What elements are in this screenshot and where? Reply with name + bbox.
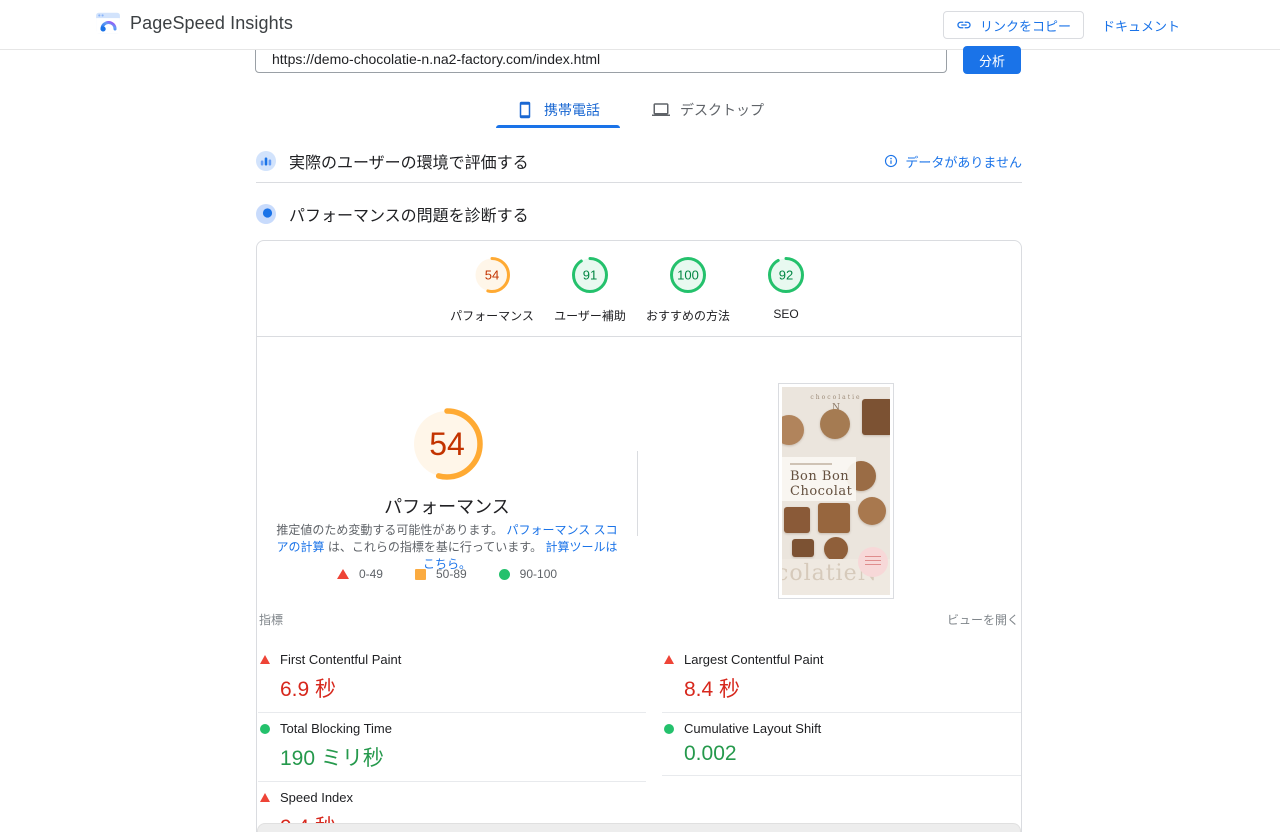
screenshot-title-line1: Bon Bon <box>790 469 850 484</box>
diagnose-section-header: パフォーマンスの問題を診断する <box>256 202 529 226</box>
screenshot-content: chocolatie N Bon Bon Chocolat colatieN <box>782 387 890 595</box>
metrics-column-left: First Contentful Paint 6.9 秒 Total Block… <box>258 644 646 832</box>
field-section-title: 実際のユーザーの環境で評価する <box>289 155 529 172</box>
category-score-label: ユーザー補助 <box>554 309 626 323</box>
metric-value: 190 ミリ秒 <box>280 747 384 770</box>
tab-mobile[interactable]: 携帯電話 <box>490 94 626 128</box>
category-score-label: パフォーマンス <box>450 309 534 323</box>
score-ring: 54 <box>474 257 510 293</box>
score-disclaimer: 推定値のため変動する可能性があります。 パフォーマンス スコアの計算 は、これら… <box>275 522 619 573</box>
metric-row: Total Blocking Time 190 ミリ秒 <box>258 713 646 782</box>
metric-row: Largest Contentful Paint 8.4 秒 <box>662 644 1021 713</box>
diagnose-icon <box>256 204 276 224</box>
tab-desktop[interactable]: デスクトップ <box>626 94 790 126</box>
poor-triangle-icon <box>260 793 270 802</box>
poor-triangle-icon <box>260 655 270 664</box>
metric-row: First Contentful Paint 6.9 秒 <box>258 644 646 713</box>
category-score-54[interactable]: 54 パフォーマンス <box>443 255 541 324</box>
metrics-header: 指標 ビューを開く <box>259 611 1019 628</box>
metric-name: First Contentful Paint <box>280 652 402 667</box>
category-score-label: SEO <box>773 307 799 321</box>
score-ring: 92 <box>768 257 804 293</box>
metric-name: Largest Contentful Paint <box>684 652 824 667</box>
scores-divider <box>257 336 1021 337</box>
field-data-icon <box>256 151 276 171</box>
laptop-icon <box>652 103 670 116</box>
disclaimer-text-2: は、これらの指標を基に行っています。 <box>327 540 543 554</box>
legend-square-icon <box>414 568 426 580</box>
metrics-heading: 指標 <box>259 613 284 627</box>
tab-desktop-label: デスクトップ <box>680 102 764 118</box>
screenshot-title-band: Bon Bon Chocolat <box>782 457 856 501</box>
header-actions: リンクをコピー ドキュメント <box>942 11 1180 39</box>
score-legend: 0-49 50-89 90-100 <box>257 567 637 581</box>
documentation-link[interactable]: ドキュメント <box>1102 16 1180 35</box>
performance-gauge: 54 <box>407 404 487 484</box>
metric-row: Cumulative Layout Shift 0.002 <box>662 713 1021 776</box>
field-data-section: 実際のユーザーの環境で評価する データがありません <box>256 140 1022 183</box>
legend-range: 90-100 <box>519 567 558 581</box>
smartphone-icon <box>519 101 531 119</box>
device-tabs: 携帯電話 デスクトップ <box>0 94 1280 128</box>
no-data-link[interactable]: データがありません <box>884 152 1022 171</box>
legend-range: 0-49 <box>358 567 383 581</box>
link-icon <box>957 21 971 29</box>
category-score-label: おすすめの方法 <box>645 309 730 323</box>
legend-item: 50-89 <box>414 567 467 581</box>
copy-link-label: リンクをコピー <box>979 18 1071 34</box>
screenshot-badge <box>858 547 888 577</box>
screenshot-title-line2: Chocolat <box>790 484 853 499</box>
svg-text:54: 54 <box>485 268 499 283</box>
legend-circle-icon <box>498 568 510 580</box>
metric-value: 0.002 <box>684 742 737 765</box>
svg-text:100: 100 <box>677 268 699 283</box>
svg-text:92: 92 <box>779 268 793 283</box>
metric-name: Cumulative Layout Shift <box>684 721 822 736</box>
disclaimer-text: 推定値のため変動する可能性があります。 <box>276 523 504 537</box>
info-icon <box>885 154 898 168</box>
no-data-label: データがありません <box>905 154 1022 170</box>
column-divider <box>637 451 638 536</box>
score-ring: 91 <box>572 257 608 293</box>
app-header: PageSpeed Insights リンクをコピー ドキュメント <box>0 0 1280 50</box>
legend-item: 0-49 <box>336 567 383 581</box>
metric-name: Speed Index <box>280 790 354 805</box>
performance-gauge-label: パフォーマンス <box>384 497 510 517</box>
pagespeed-logo-icon <box>96 12 120 34</box>
open-view-link[interactable]: ビューを開く <box>947 611 1019 628</box>
diagnose-section-title: パフォーマンスの問題を診断する <box>289 208 529 225</box>
category-score-100[interactable]: 100 おすすめの方法 <box>639 255 737 324</box>
legend-triangle-icon <box>336 569 349 579</box>
app-title: PageSpeed Insights <box>130 12 293 33</box>
legend-item: 90-100 <box>498 567 558 581</box>
app-logo[interactable]: PageSpeed Insights <box>95 10 293 36</box>
good-circle-icon <box>260 723 270 734</box>
lab-report-card: 54 パフォーマンス 91 ユーザー補助 100 おすすめの方法 92 SEO <box>256 240 1022 832</box>
metric-value: 8.4 秒 <box>684 678 741 701</box>
category-scores-row: 54 パフォーマンス 91 ユーザー補助 100 おすすめの方法 92 SEO <box>257 255 1021 324</box>
metric-value: 6.9 秒 <box>280 678 337 701</box>
performance-score-value: 54 <box>429 425 465 462</box>
category-score-91[interactable]: 91 ユーザー補助 <box>541 255 639 324</box>
metric-name: Total Blocking Time <box>280 721 392 736</box>
analyze-button[interactable]: 分析 <box>963 46 1021 74</box>
score-ring: 100 <box>670 257 706 293</box>
good-circle-icon <box>664 723 674 734</box>
page-screenshot-thumbnail[interactable]: chocolatie N Bon Bon Chocolat colatieN <box>778 383 894 599</box>
next-section-bar[interactable] <box>257 823 1021 832</box>
legend-range: 50-89 <box>435 567 467 581</box>
category-score-92[interactable]: 92 SEO <box>737 255 835 324</box>
tab-mobile-label: 携帯電話 <box>544 102 600 118</box>
svg-text:91: 91 <box>583 268 597 283</box>
poor-triangle-icon <box>664 655 674 664</box>
metrics-column-right: Largest Contentful Paint 8.4 秒 Cumulativ… <box>662 644 1021 776</box>
copy-link-button[interactable]: リンクをコピー <box>942 11 1084 39</box>
pagespeed-insights-app: PageSpeed Insights リンクをコピー ドキュメント 分析 携帯電… <box>0 0 1280 832</box>
